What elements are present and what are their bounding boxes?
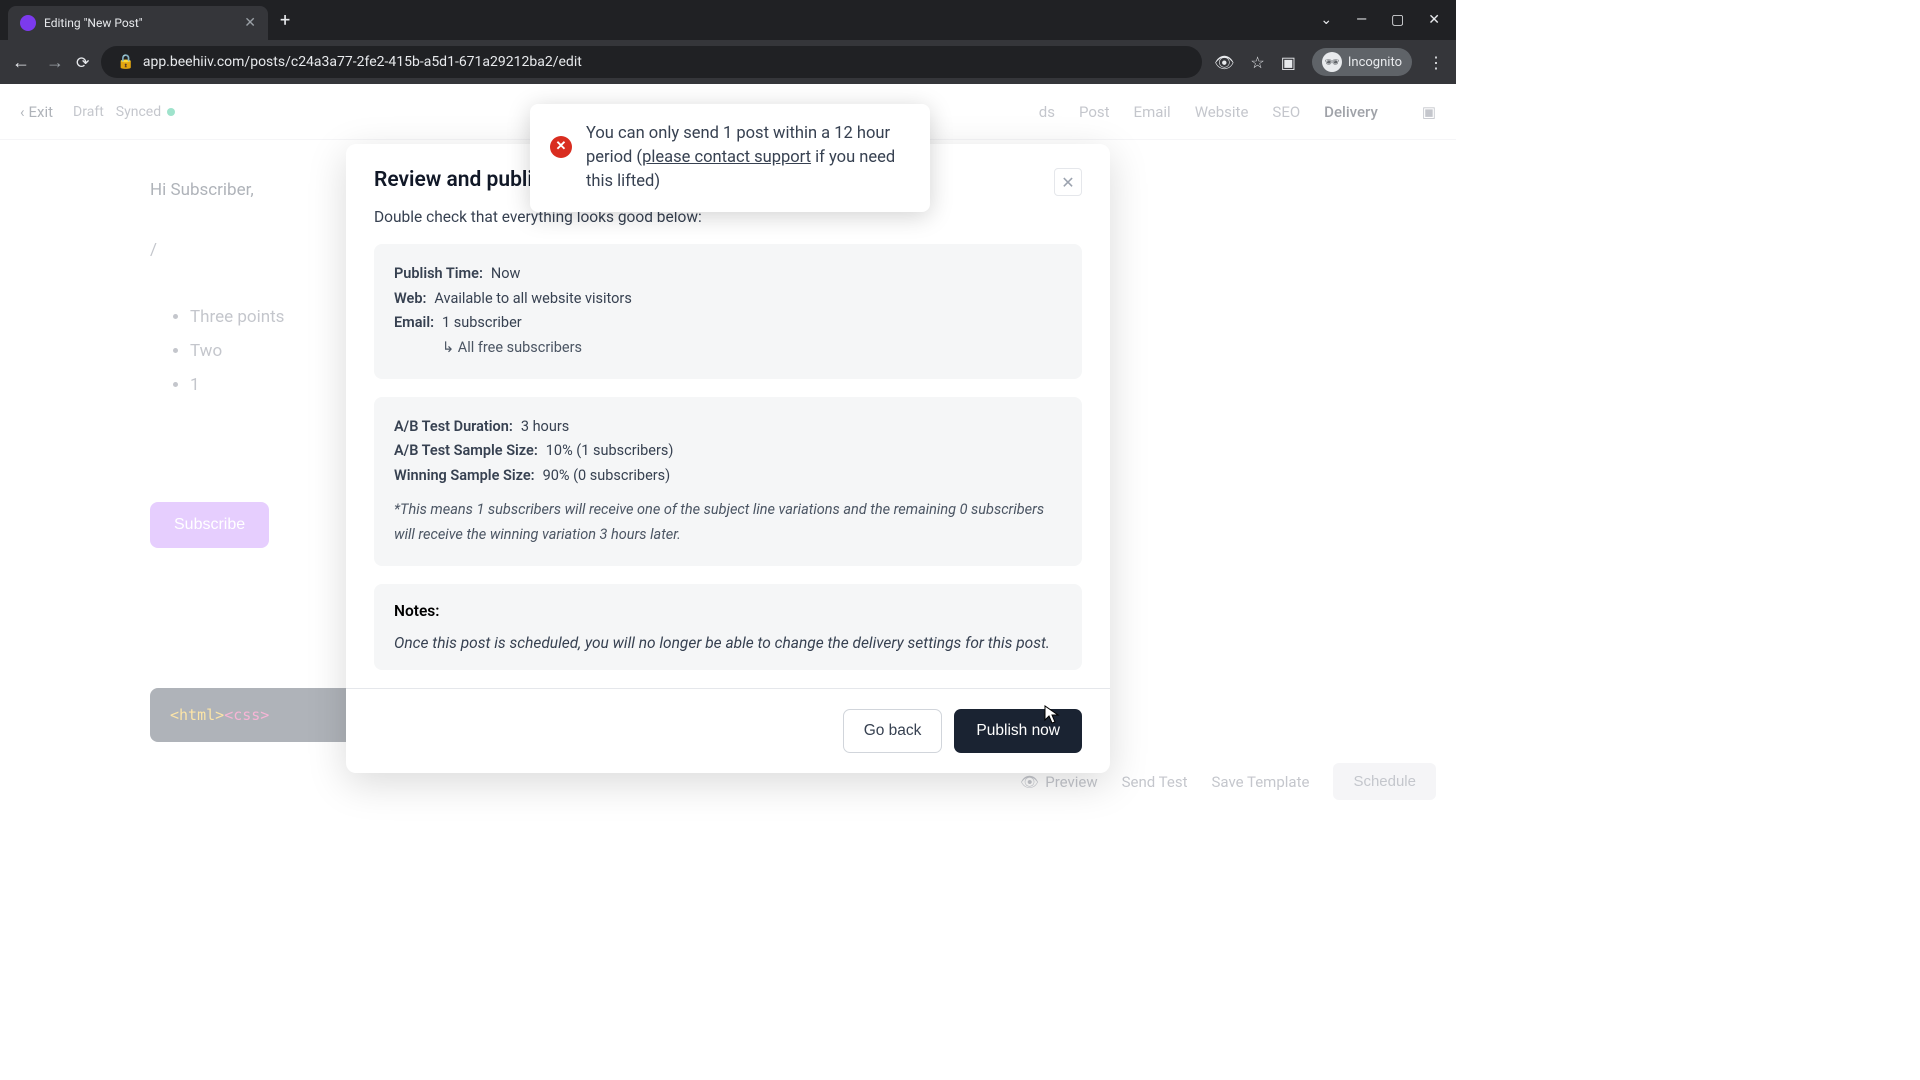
ab-note: *This means 1 subscribers will receive o… (394, 498, 1062, 547)
forward-button[interactable]: → (46, 52, 64, 73)
publish-info-block: Publish Time: Now Web: Available to all we… (374, 244, 1082, 379)
ab-duration-key: A/B Test Duration: (394, 415, 513, 440)
browser-tab-bar: Editing "New Post" ✕ + ⌄ — ▢ ✕ (0, 0, 1456, 40)
email-sublist: ↳ All free subscribers (394, 336, 1062, 361)
bookmark-icon[interactable]: ☆ (1250, 53, 1264, 72)
ab-sample-value: 10% (1 subscribers) (546, 439, 674, 464)
modal-close-button[interactable]: ✕ (1054, 168, 1082, 196)
incognito-badge[interactable]: 🕶 Incognito (1312, 48, 1412, 76)
cursor-icon (1044, 705, 1060, 725)
go-back-button[interactable]: Go back (843, 709, 943, 753)
web-value: Available to all website visitors (434, 287, 631, 312)
favicon (20, 15, 36, 31)
browser-tab[interactable]: Editing "New Post" ✕ (8, 6, 268, 40)
ab-sample-key: A/B Test Sample Size: (394, 439, 538, 464)
win-sample-key: Winning Sample Size: (394, 464, 535, 489)
notes-title: Notes: (394, 602, 1062, 620)
close-window-icon[interactable]: ✕ (1428, 12, 1440, 28)
window-controls: ⌄ — ▢ ✕ (1320, 12, 1456, 28)
minimize-icon[interactable]: — (1356, 12, 1367, 28)
extensions-icon[interactable]: ▣ (1281, 53, 1296, 72)
url-text: app.beehiiv.com/posts/c24a3a77-2fe2-415b… (143, 54, 582, 70)
url-bar[interactable]: 🔒 app.beehiiv.com/posts/c24a3a77-2fe2-41… (101, 46, 1202, 78)
chevron-down-icon[interactable]: ⌄ (1320, 12, 1332, 28)
review-publish-modal: Review and publish ✕ Double check that e… (346, 144, 1110, 773)
modal-title: Review and publish (374, 168, 555, 192)
incognito-icon: 🕶 (1322, 52, 1342, 72)
contact-support-link[interactable]: please contact support (642, 148, 811, 167)
tab-title: Editing "New Post" (44, 16, 236, 30)
notes-block: Notes: Once this post is scheduled, you … (374, 584, 1082, 670)
reload-button[interactable]: ⟳ (76, 53, 89, 72)
eye-off-icon[interactable]: 👁 (1214, 53, 1234, 72)
menu-icon[interactable]: ⋮ (1428, 53, 1444, 72)
email-key: Email: (394, 311, 434, 336)
publish-time-value: Now (491, 262, 521, 287)
browser-toolbar: ← → ⟳ 🔒 app.beehiiv.com/posts/c24a3a77-2… (0, 40, 1456, 84)
new-tab-button[interactable]: + (280, 10, 290, 31)
error-toast: ✕ You can only send 1 post within a 12 h… (530, 104, 930, 212)
toast-message: You can only send 1 post within a 12 hou… (586, 122, 910, 194)
ab-duration-value: 3 hours (521, 415, 569, 440)
maximize-icon[interactable]: ▢ (1391, 12, 1404, 28)
email-value: 1 subscriber (442, 311, 522, 336)
publish-now-button[interactable]: Publish now (954, 709, 1082, 753)
win-sample-value: 90% (0 subscribers) (543, 464, 671, 489)
web-key: Web: (394, 287, 426, 312)
ab-test-block: A/B Test Duration: 3 hours A/B Test Sampl… (374, 397, 1082, 566)
notes-text: Once this post is scheduled, you will no… (394, 634, 1062, 652)
tab-close-icon[interactable]: ✕ (244, 15, 256, 31)
lock-icon: 🔒 (117, 54, 134, 70)
back-button[interactable]: ← (12, 52, 30, 73)
error-icon: ✕ (550, 136, 572, 158)
publish-time-key: Publish Time: (394, 262, 483, 287)
